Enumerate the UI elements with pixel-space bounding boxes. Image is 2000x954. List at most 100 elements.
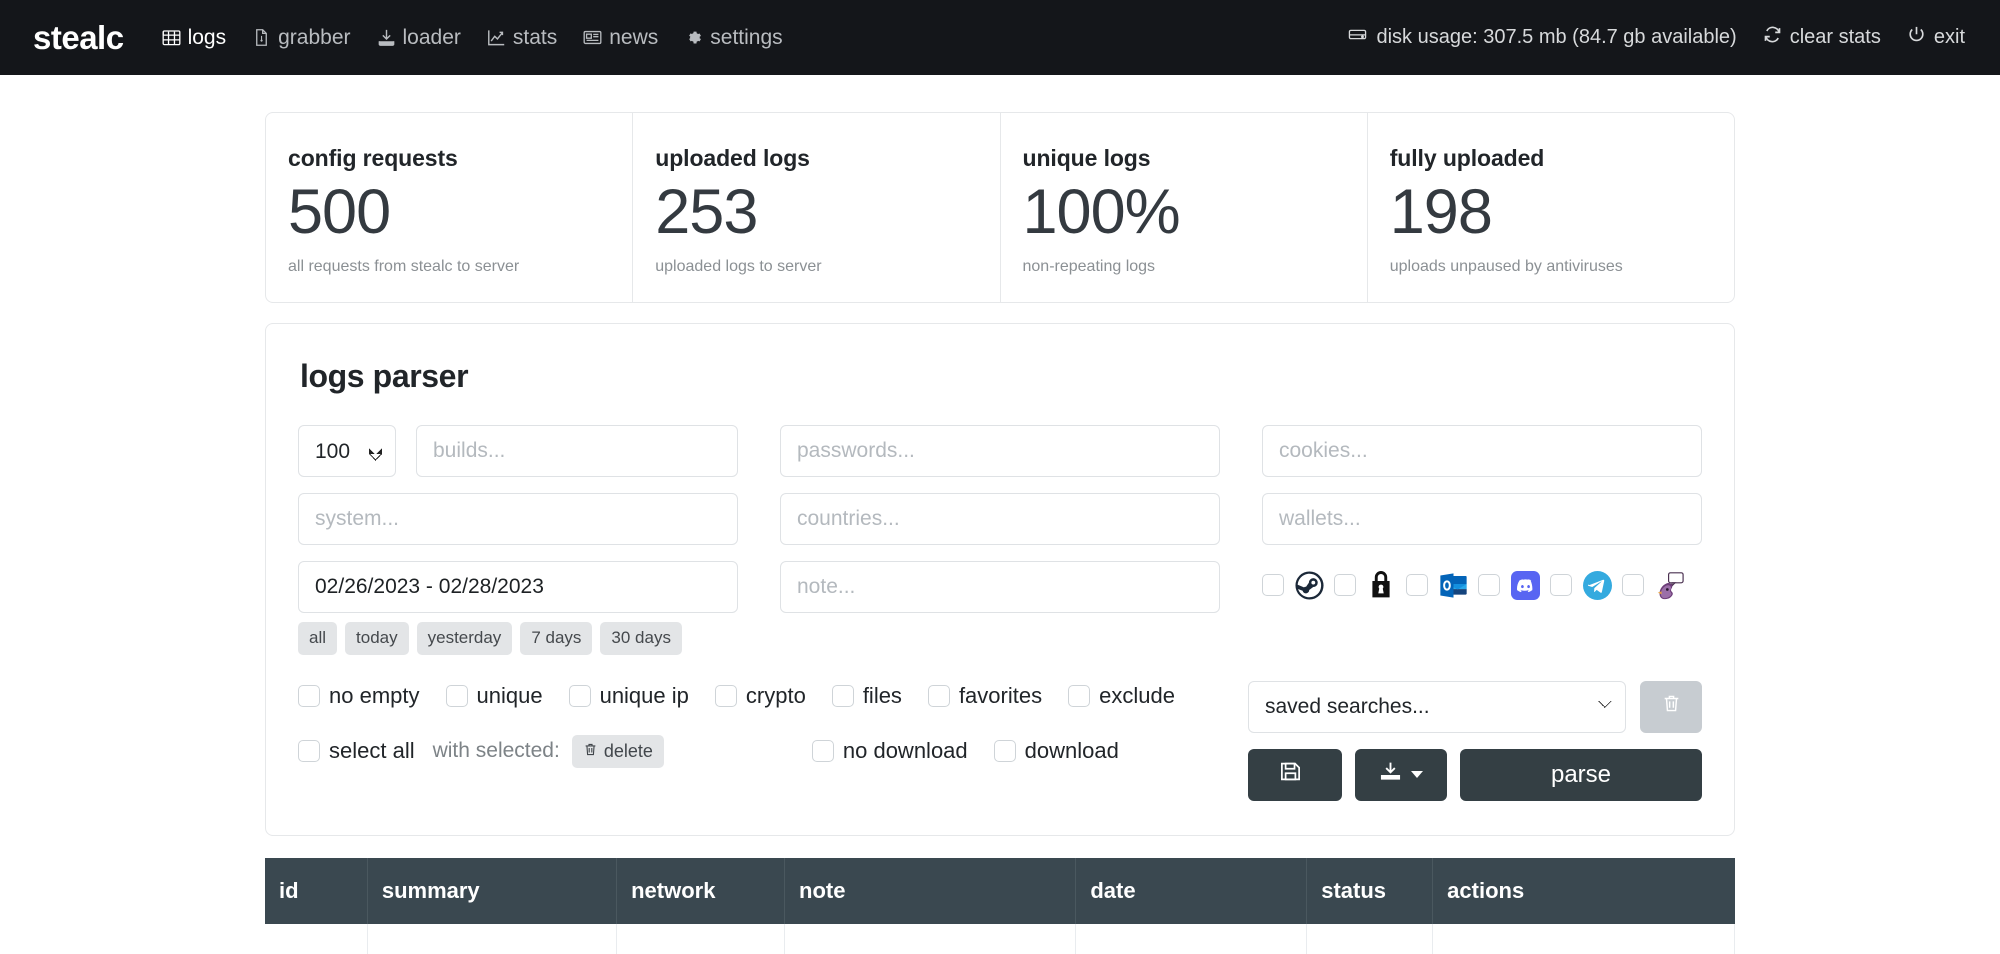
app-checkbox-discord[interactable] — [1478, 574, 1500, 597]
app-filter-telegram[interactable] — [1550, 570, 1612, 600]
passwords-input[interactable] — [780, 425, 1220, 478]
checkbox-download[interactable] — [993, 740, 1016, 763]
checkbox-files[interactable] — [831, 684, 854, 707]
stat-label: uploaded logs — [655, 145, 810, 171]
nav-item-grabber[interactable]: grabber — [252, 26, 351, 49]
download-filter-group: no download download — [811, 738, 1119, 764]
table-row[interactable] — [265, 923, 1735, 954]
countries-input[interactable] — [780, 493, 1220, 546]
pidgin-icon — [1654, 570, 1684, 600]
column-header-summary[interactable]: summary — [367, 857, 618, 924]
parser-column-middle — [780, 425, 1220, 655]
parser-action-buttons: parse — [1248, 748, 1702, 801]
nav-item-stats[interactable]: stats — [487, 27, 557, 48]
date-quick-all[interactable]: all — [298, 622, 338, 655]
app-filter-pidgin[interactable] — [1622, 570, 1684, 600]
date-quick-30days[interactable]: 30 days — [600, 622, 682, 655]
page-body: config requests 500 all requests from st… — [0, 112, 2000, 954]
stat-sublabel: uploads unpaused by antiviruses — [1389, 258, 1623, 276]
wallets-input[interactable] — [1262, 493, 1702, 546]
filter-favorites[interactable]: favorites — [927, 683, 1042, 709]
app-checkbox-steam[interactable] — [1262, 574, 1284, 597]
saved-searches-select[interactable]: saved searches... — [1248, 680, 1626, 733]
checkbox-select-all[interactable] — [298, 740, 320, 763]
app-filter-lock[interactable] — [1334, 570, 1396, 600]
nav-label-logs: logs — [187, 26, 227, 49]
app-filter-outlook[interactable] — [1406, 570, 1468, 600]
date-range-input[interactable] — [298, 561, 738, 614]
column-header-note[interactable]: note — [784, 857, 1077, 924]
select-all-control[interactable]: select all — [298, 738, 415, 764]
clear-stats-button[interactable]: clear stats — [1763, 25, 1881, 50]
floppy-icon — [1279, 760, 1302, 790]
bulk-actions-row: select all with selected: delete no down… — [298, 734, 1206, 768]
checkbox-no-empty[interactable] — [298, 684, 320, 707]
logs-table-body — [265, 923, 1735, 954]
chart-icon — [487, 28, 506, 47]
filter-download[interactable]: download — [993, 738, 1119, 764]
checkbox-unique-ip[interactable] — [568, 684, 591, 707]
note-input[interactable] — [780, 561, 1220, 614]
checkbox-crypto[interactable] — [714, 684, 737, 707]
table-header-row: id summary network note date status acti… — [265, 857, 1735, 924]
system-input[interactable] — [298, 493, 738, 546]
delete-selected-button[interactable]: delete — [571, 734, 664, 768]
column-header-status[interactable]: status — [1306, 857, 1434, 924]
column-header-actions[interactable]: actions — [1432, 857, 1735, 924]
nav-label-grabber: grabber — [278, 26, 351, 49]
app-filter-strip — [1262, 559, 1702, 611]
filter-no-empty[interactable]: no empty — [298, 683, 420, 709]
select-all-label: select all — [329, 738, 415, 764]
power-icon — [1907, 25, 1926, 50]
delete-saved-search-button[interactable] — [1640, 680, 1702, 733]
content-container: config requests 500 all requests from st… — [265, 112, 1735, 954]
filter-exclude[interactable]: exclude — [1068, 683, 1175, 709]
parser-column-right — [1262, 425, 1702, 655]
exit-button[interactable]: exit — [1907, 25, 1965, 50]
app-filter-steam[interactable] — [1262, 570, 1324, 600]
checkbox-favorites[interactable] — [927, 684, 950, 707]
column-header-network[interactable]: network — [616, 857, 786, 924]
count-and-builds-row: 100 — [298, 425, 738, 478]
filter-unique[interactable]: unique — [445, 683, 543, 709]
column-header-id[interactable]: id — [265, 857, 368, 924]
date-quick-today[interactable]: today — [345, 622, 409, 655]
app-checkbox-telegram[interactable] — [1550, 574, 1572, 597]
app-checkbox-lock[interactable] — [1334, 574, 1356, 597]
filter-files[interactable]: files — [831, 683, 902, 709]
nav-item-news[interactable]: news — [583, 27, 658, 48]
news-icon — [583, 28, 602, 47]
column-header-date[interactable]: date — [1075, 857, 1308, 924]
parse-button[interactable]: parse — [1460, 748, 1702, 801]
file-icon — [252, 28, 271, 47]
disk-usage-text: disk usage: 307.5 mb (84.7 gb available) — [1376, 26, 1737, 48]
nav-item-settings[interactable]: settings — [684, 27, 783, 48]
stat-sublabel: non-repeating logs — [1022, 258, 1156, 276]
filter-unique-ip[interactable]: unique ip — [568, 683, 689, 709]
download-logs-button[interactable] — [1355, 748, 1447, 801]
builds-input[interactable] — [416, 425, 738, 478]
nav-item-logs[interactable]: logs — [162, 26, 227, 49]
checkbox-no-download[interactable] — [811, 740, 834, 763]
app-checkbox-pidgin[interactable] — [1622, 574, 1644, 597]
parser-actions-area: saved searches... parse — [1248, 680, 1702, 801]
cookies-input[interactable] — [1262, 425, 1702, 478]
save-search-button[interactable] — [1248, 748, 1342, 801]
filter-label: exclude — [1099, 682, 1175, 708]
with-selected-label: with selected: — [432, 739, 560, 763]
date-quick-7days[interactable]: 7 days — [520, 622, 593, 655]
checkbox-unique[interactable] — [445, 684, 468, 707]
navbar-right: disk usage: 307.5 mb (84.7 gb available)… — [1348, 25, 1975, 50]
stat-fully-uploaded: fully uploaded 198 uploads unpaused by a… — [1368, 113, 1734, 302]
checkbox-exclude[interactable] — [1068, 684, 1091, 707]
app-filter-discord[interactable] — [1478, 570, 1540, 600]
nav-item-loader[interactable]: loader — [377, 27, 461, 48]
app-checkbox-outlook[interactable] — [1406, 574, 1428, 597]
log-count-select[interactable]: 100 — [298, 425, 396, 478]
brand-logo[interactable]: stealc — [25, 19, 124, 57]
filter-no-download[interactable]: no download — [811, 738, 968, 764]
stat-value: 253 — [655, 177, 758, 247]
stat-unique-logs: unique logs 100% non-repeating logs — [1001, 113, 1368, 303]
filter-crypto[interactable]: crypto — [714, 683, 806, 709]
date-quick-yesterday[interactable]: yesterday — [416, 622, 513, 655]
